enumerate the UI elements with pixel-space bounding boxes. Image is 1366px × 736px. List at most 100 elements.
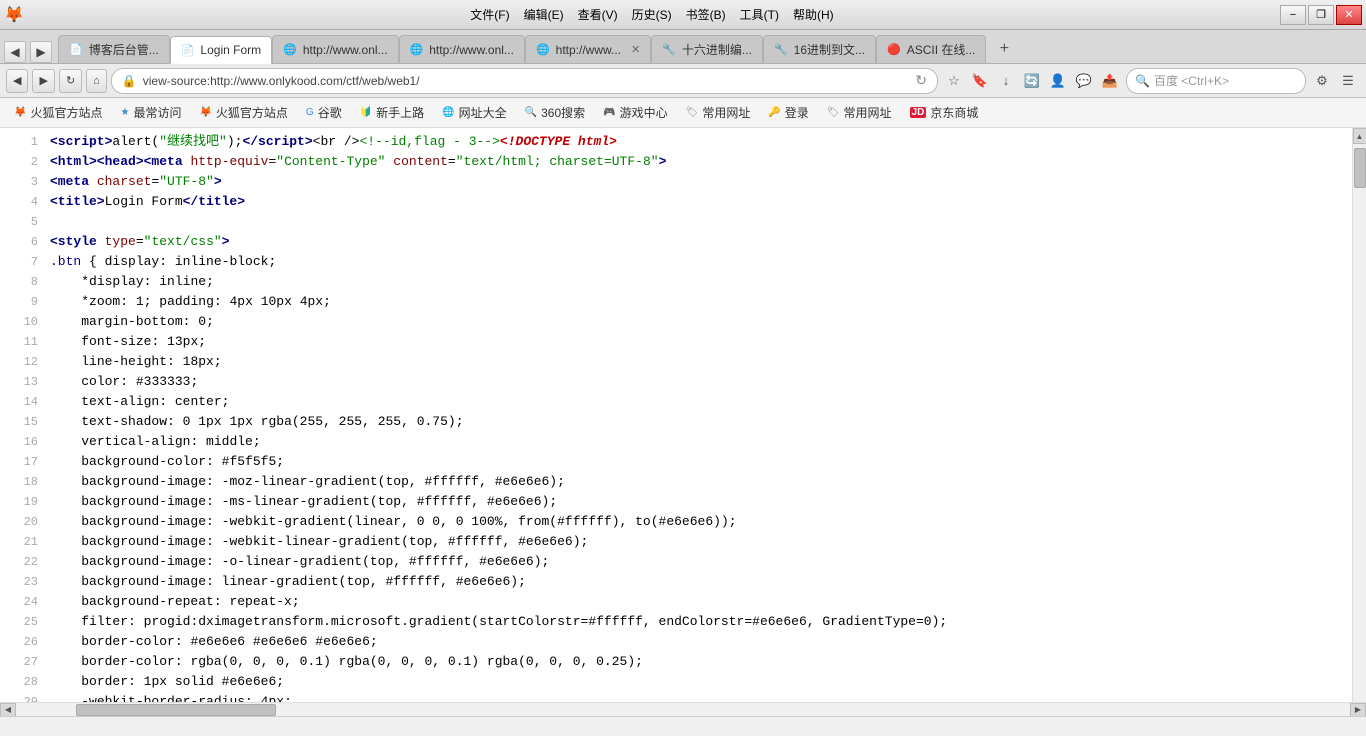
- close-button[interactable]: ✕: [1336, 5, 1362, 25]
- window-controls: − ❐ ✕: [1280, 5, 1362, 25]
- scroll-thumb[interactable]: [1354, 148, 1366, 188]
- source-view[interactable]: 1<script>alert("继续找吧");</script><br /><!…: [0, 128, 1352, 702]
- tab-onl1-favicon: 🌐: [283, 43, 297, 56]
- code-line-22: 22 background-image: -o-linear-gradient(…: [0, 552, 1352, 572]
- bookmarks-bar: 🦊 火狐官方站点 ★ 最常访问 🦊 火狐官方站点 G 谷歌 🔰 新手上路 🌐 网…: [0, 98, 1366, 128]
- forward-button[interactable]: ▶: [32, 69, 54, 93]
- search-icon: 🔍: [1135, 74, 1150, 88]
- tab-forward-button[interactable]: ▶: [30, 41, 52, 63]
- bookmark-newbie[interactable]: 🔰 新手上路: [352, 102, 432, 124]
- horizontal-scrollbar[interactable]: ◀ ▶: [0, 702, 1366, 716]
- tab-ascii[interactable]: 🔴 ASCII 在线...: [876, 35, 986, 63]
- menu-view[interactable]: 查看(V): [572, 4, 624, 25]
- bookmark-nav[interactable]: 🌐 网址大全: [434, 102, 514, 124]
- bookmark-nav-icon: 🌐: [442, 107, 454, 118]
- home-button[interactable]: ⌂: [86, 69, 107, 93]
- code-line-23: 23 background-image: linear-gradient(top…: [0, 572, 1352, 592]
- line-number: 9: [8, 292, 38, 312]
- bookmark-common2[interactable]: 🏷 常用网址: [819, 102, 900, 124]
- tab-loginform[interactable]: 📄 Login Form: [170, 36, 272, 64]
- download-icon[interactable]: ↓: [994, 69, 1018, 93]
- bookmark-common2-label: 常用网址: [844, 104, 892, 121]
- url-bar[interactable]: 🔒 view-source:http://www.onlykood.com/ct…: [111, 68, 938, 94]
- tab-hex1[interactable]: 🔧 十六进制编...: [651, 35, 763, 63]
- code-line-25: 25 filter: progid:dximagetransform.micro…: [0, 612, 1352, 632]
- code-line-10: 10 margin-bottom: 0;: [0, 312, 1352, 332]
- bookmark-login[interactable]: 🔑 登录: [760, 102, 816, 124]
- user-icon[interactable]: 👤: [1046, 69, 1070, 93]
- line-content: vertical-align: middle;: [50, 432, 1344, 452]
- maximize-button[interactable]: ❐: [1308, 5, 1334, 25]
- scroll-left-button[interactable]: ◀: [0, 703, 16, 717]
- browser-logo: 🦊: [4, 5, 24, 25]
- bookmark-frequent-label: 最常访问: [133, 104, 181, 121]
- line-number: 20: [8, 512, 38, 532]
- bookmark-firefox1[interactable]: 🦊 火狐官方站点: [6, 102, 110, 124]
- bookmark-frequent[interactable]: ★ 最常访问: [112, 102, 189, 124]
- code-line-12: 12 line-height: 18px;: [0, 352, 1352, 372]
- bookmark-google[interactable]: G 谷歌: [298, 102, 350, 124]
- code-line-21: 21 background-image: -webkit-linear-grad…: [0, 532, 1352, 552]
- tab-onl1[interactable]: 🌐 http://www.onl...: [272, 35, 398, 63]
- line-number: 16: [8, 432, 38, 452]
- minimize-button[interactable]: −: [1280, 5, 1306, 25]
- line-content: background-repeat: repeat-x;: [50, 592, 1344, 612]
- refresh-icon[interactable]: ↻: [915, 72, 927, 89]
- back-button[interactable]: ◀: [6, 69, 28, 93]
- menu-help[interactable]: 帮助(H): [787, 4, 840, 25]
- vertical-scrollbar[interactable]: ▲: [1352, 128, 1366, 702]
- refresh-button[interactable]: ↻: [59, 69, 82, 93]
- menu-edit[interactable]: 编辑(E): [518, 4, 570, 25]
- bookmark-google-label: 谷歌: [318, 104, 342, 121]
- tab-onl3-favicon: 🌐: [536, 43, 550, 56]
- line-number: 11: [8, 332, 38, 352]
- line-number: 3: [8, 172, 38, 192]
- tab-back-button[interactable]: ◀: [4, 41, 26, 63]
- code-line-29: 29 -webkit-border-radius: 4px;: [0, 692, 1352, 702]
- star-icon[interactable]: ☆: [942, 69, 966, 93]
- chat-icon[interactable]: 💬: [1072, 69, 1096, 93]
- bookmark-frequent-icon: ★: [120, 107, 129, 118]
- tab-onl2[interactable]: 🌐 http://www.onl...: [399, 35, 525, 63]
- menu-bookmarks[interactable]: 书签(B): [680, 4, 732, 25]
- menu-history[interactable]: 历史(S): [626, 4, 678, 25]
- bookmark-jd-icon: JD: [910, 107, 927, 118]
- address-bar: ◀ ▶ ↻ ⌂ 🔒 view-source:http://www.onlykoo…: [0, 64, 1366, 98]
- sync-icon[interactable]: 🔄: [1020, 69, 1044, 93]
- share-icon[interactable]: 📤: [1098, 69, 1122, 93]
- bookmark-jd[interactable]: JD 京东商城: [902, 102, 987, 124]
- tab-hex2[interactable]: 🔧 16进制到文...: [763, 35, 876, 63]
- tab-onl3[interactable]: 🌐 http://www... ✕: [525, 35, 651, 63]
- scroll-right-button[interactable]: ▶: [1350, 703, 1366, 717]
- bookmark-login-label: 登录: [785, 104, 809, 121]
- scroll-up-button[interactable]: ▲: [1353, 128, 1366, 144]
- line-number: 22: [8, 552, 38, 572]
- bookmark-manage-icon[interactable]: 🔖: [968, 69, 992, 93]
- bookmark-games-label: 游戏中心: [620, 104, 668, 121]
- bookmark-newbie-icon: 🔰: [360, 107, 372, 118]
- line-content: border: 1px solid #e6e6e6;: [50, 672, 1344, 692]
- dev-tools-icon[interactable]: ⚙: [1310, 69, 1334, 93]
- code-line-11: 11 font-size: 13px;: [0, 332, 1352, 352]
- bookmark-360[interactable]: 🔍 360搜索: [517, 102, 593, 124]
- h-scroll-thumb[interactable]: [76, 704, 276, 716]
- line-number: 13: [8, 372, 38, 392]
- tab-onl3-close[interactable]: ✕: [631, 43, 640, 56]
- tab-onl3-label: http://www...: [556, 43, 621, 57]
- bookmark-games[interactable]: 🎮 游戏中心: [595, 102, 675, 124]
- bookmark-games-icon: 🎮: [603, 107, 615, 118]
- code-line-20: 20 background-image: -webkit-gradient(li…: [0, 512, 1352, 532]
- line-content: text-shadow: 0 1px 1px rgba(255, 255, 25…: [50, 412, 1344, 432]
- new-tab-button[interactable]: +: [990, 35, 1018, 63]
- line-content: .btn { display: inline-block;: [50, 252, 1344, 272]
- line-number: 19: [8, 492, 38, 512]
- tab-blog[interactable]: 📄 博客后台管...: [58, 35, 170, 63]
- search-box[interactable]: 🔍 百度 <Ctrl+K>: [1126, 68, 1306, 94]
- menu-tools[interactable]: 工具(T): [734, 4, 785, 25]
- bookmark-firefox2[interactable]: 🦊 火狐官方站点: [191, 102, 295, 124]
- browser-menu-icon[interactable]: ☰: [1336, 69, 1360, 93]
- menu-file[interactable]: 文件(F): [464, 4, 515, 25]
- bookmark-common1[interactable]: 🏷 常用网址: [678, 102, 759, 124]
- code-line-2: 2<html><head><meta http-equiv="Content-T…: [0, 152, 1352, 172]
- line-number: 1: [8, 132, 38, 152]
